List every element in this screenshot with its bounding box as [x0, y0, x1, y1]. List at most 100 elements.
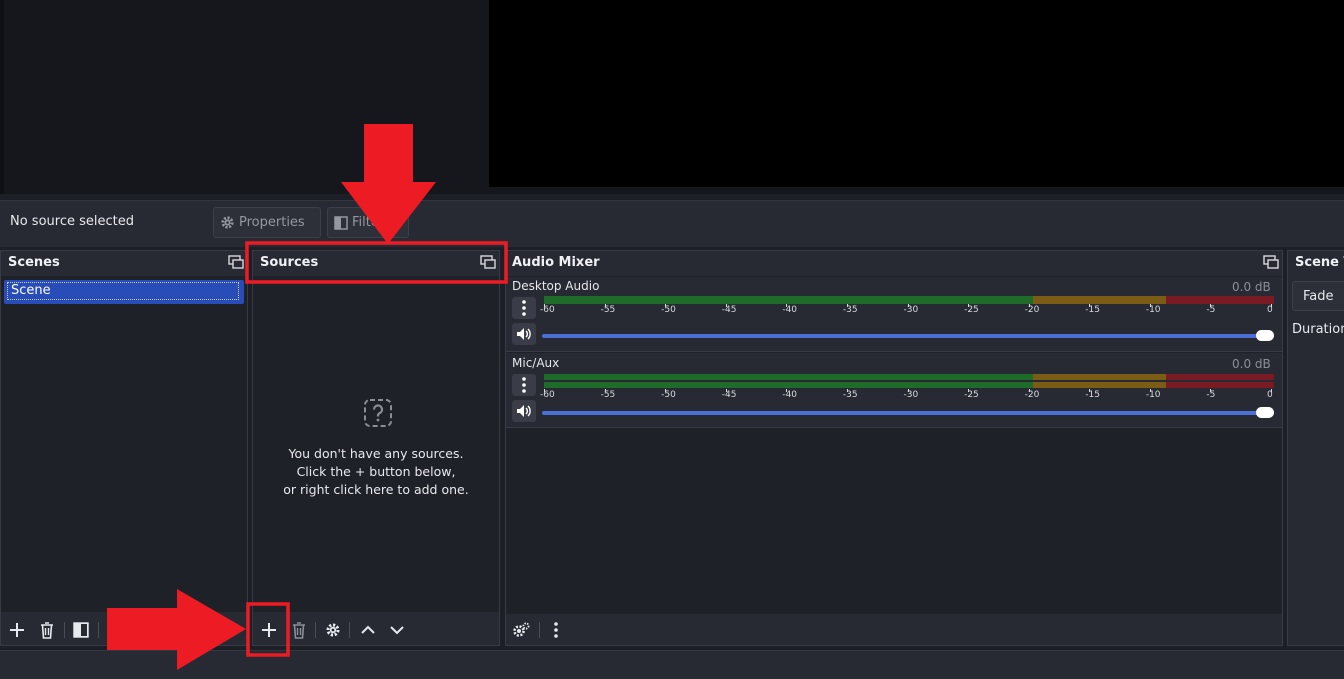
meter-red-zone: [1166, 296, 1274, 304]
chevron-down-icon: [390, 626, 404, 635]
channel-menu-button[interactable]: [512, 297, 536, 319]
filters-button[interactable]: Filters: [327, 207, 409, 238]
scale-tick-label: -45: [721, 390, 737, 400]
speaker-icon: [517, 405, 531, 417]
gear-icon: [221, 216, 234, 229]
channel-menu-button[interactable]: [512, 374, 536, 396]
scale-tick-label: -10: [1145, 305, 1161, 315]
add-source-button[interactable]: [258, 619, 280, 641]
question-icon: [364, 399, 392, 427]
filter-icon: [73, 622, 89, 638]
scale-tick-label: -55: [600, 390, 616, 400]
undock-icon[interactable]: [480, 255, 496, 269]
scale-tick-label: -25: [964, 390, 979, 400]
toolbar-divider: [98, 622, 99, 638]
preview-canvas-bottom: [489, 187, 1344, 194]
scale-tick-label: 0: [1267, 390, 1273, 400]
plus-icon: [262, 623, 276, 637]
meter-green-zone: [544, 296, 1033, 304]
sources-empty-message: You don't have any sources. Click the + …: [253, 445, 499, 499]
remove-source-button[interactable]: [288, 619, 310, 641]
toolbar-divider: [539, 622, 540, 638]
scale-tick-label: -40: [782, 305, 798, 315]
undock-icon[interactable]: [1263, 255, 1279, 269]
scale-tick-label: 0: [1267, 305, 1273, 315]
no-source-label: No source selected: [10, 214, 134, 229]
scenes-list: [1, 276, 247, 612]
speaker-icon: [517, 328, 531, 340]
channel-db-value: 0.0 dB: [1232, 357, 1271, 371]
scale-tick-label: -20: [1024, 390, 1040, 400]
chevron-up-icon: [361, 625, 375, 634]
channel-name: Desktop Audio: [512, 279, 600, 293]
volume-slider-handle[interactable]: [1256, 330, 1274, 341]
gear-icon: [326, 623, 340, 637]
volume-slider[interactable]: [542, 334, 1274, 338]
meter-green-zone: [544, 374, 1033, 380]
scene-filters-button[interactable]: [70, 619, 92, 641]
source-properties-button[interactable]: [322, 619, 344, 641]
scale-tick-label: -55: [600, 305, 616, 315]
meter-red-zone: [1166, 382, 1274, 388]
transition-select-value: Fade: [1303, 289, 1334, 304]
properties-label: Properties: [239, 215, 305, 230]
preview-canvas-bg: [0, 0, 489, 194]
scale-tick-label: -35: [842, 305, 858, 315]
scale-tick-label: -20: [1024, 305, 1040, 315]
scale-tick-label: -10: [1145, 390, 1161, 400]
scale-tick-label: -60: [540, 305, 555, 315]
scenes-title: Scenes: [8, 255, 60, 270]
volume-slider-handle[interactable]: [1256, 407, 1274, 418]
meter-scale: -60 -55 -50 -45 -40 -35 -30 -25 -20 -15 -10 -5 0: [540, 304, 1274, 316]
scale-tick-label: -30: [903, 305, 919, 315]
sources-list[interactable]: [253, 276, 499, 612]
scale-tick-label: -50: [661, 390, 676, 400]
sources-empty-line: or right click here to add one.: [283, 482, 469, 497]
preview-canvas[interactable]: [489, 0, 1344, 187]
toolbar-divider: [64, 622, 65, 638]
more-vertical-icon: [522, 377, 526, 393]
meter-red-zone: [1166, 374, 1274, 380]
scale-tick-label: -15: [1085, 305, 1100, 315]
move-source-up-button[interactable]: [357, 619, 379, 641]
filter-icon: [334, 215, 348, 230]
volume-meter: [544, 374, 1274, 388]
gears-icon: [513, 622, 530, 637]
meter-yellow-zone: [1033, 374, 1166, 380]
meter-yellow-zone: [1033, 296, 1166, 304]
channel-name: Mic/Aux: [512, 356, 560, 370]
scene-item-label: Scene: [7, 282, 239, 300]
scale-tick-label: -50: [661, 305, 676, 315]
context-bar: [0, 200, 1344, 247]
filters-label: Filters: [352, 215, 391, 230]
trash-icon: [293, 621, 305, 639]
scale-tick-label: -40: [782, 390, 798, 400]
mute-button[interactable]: [512, 400, 536, 422]
duration-label: Duration: [1292, 322, 1344, 337]
scale-tick-label: -60: [540, 390, 555, 400]
status-bar: [0, 650, 1344, 679]
meter-yellow-zone: [1033, 382, 1166, 388]
meter-scale: -60 -55 -50 -45 -40 -35 -30 -25 -20 -15 -10 -5 0: [540, 389, 1274, 401]
volume-slider[interactable]: [542, 411, 1274, 415]
toolbar-divider: [315, 622, 316, 638]
mute-button[interactable]: [512, 323, 536, 345]
add-scene-button[interactable]: [6, 619, 28, 641]
scale-tick-label: -30: [903, 390, 919, 400]
properties-button[interactable]: Properties: [213, 207, 321, 238]
audio-advanced-button[interactable]: [510, 619, 532, 641]
scale-tick-label: -15: [1085, 390, 1100, 400]
toolbar-divider: [349, 622, 350, 638]
trash-icon: [41, 621, 53, 639]
transition-select[interactable]: Fade: [1292, 281, 1344, 311]
volume-meter: [544, 296, 1274, 304]
preview-edge: [0, 0, 4, 194]
move-source-down-button[interactable]: [386, 619, 408, 641]
audio-menu-button[interactable]: [545, 619, 567, 641]
meter-green-zone: [544, 382, 1033, 388]
sources-title: Sources: [260, 255, 319, 270]
scale-tick-label: -25: [964, 305, 979, 315]
remove-scene-button[interactable]: [36, 619, 58, 641]
more-vertical-icon: [522, 300, 526, 316]
undock-icon[interactable]: [228, 255, 244, 269]
